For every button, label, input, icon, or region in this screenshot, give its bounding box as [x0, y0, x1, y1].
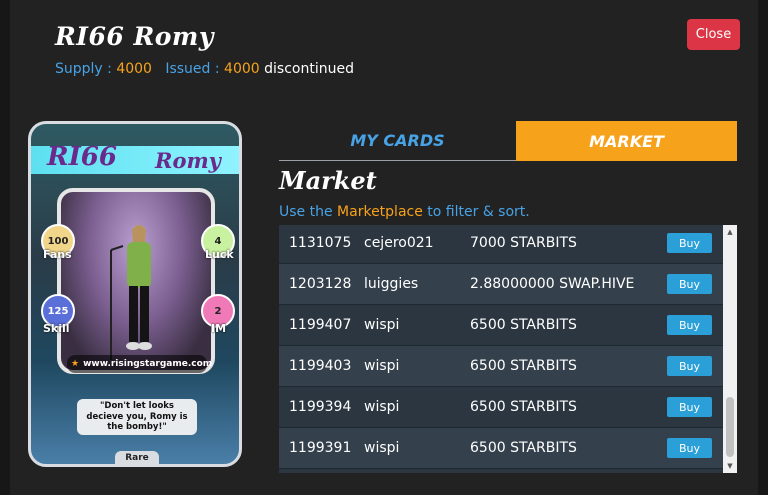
seller-name: luiggies [364, 276, 419, 292]
tab-my-cards[interactable]: MY CARDS [279, 121, 516, 161]
scroll-up-icon[interactable]: ▲ [723, 225, 737, 239]
card-name: Romy [155, 148, 221, 173]
table-row: 1203128 luiggies 2.88000000 SWAP.HIVE Buy [279, 264, 723, 305]
price: 6500 STARBITS [470, 358, 577, 374]
seller-name: wispi [364, 399, 400, 415]
listing-id: 1199403 [289, 358, 352, 374]
buy-button[interactable]: Buy [667, 233, 712, 253]
market-hint: Use the Marketplace to filter & sort. [279, 204, 530, 220]
im-value: 2 [214, 305, 222, 317]
seller-name: wispi [364, 440, 400, 456]
issued-value: 4000 [224, 61, 260, 77]
price: 6500 STARBITS [470, 399, 577, 415]
website-text: www.risingstargame.com [83, 359, 213, 369]
scroll-thumb[interactable] [726, 397, 734, 457]
listing-id: 1203128 [289, 276, 352, 292]
listing-id: 1131075 [289, 235, 352, 251]
issued-label: Issued : [165, 61, 220, 77]
hint-prefix: Use the [279, 204, 333, 220]
supply-value: 4000 [116, 61, 152, 77]
rarity-badge: Rare [115, 451, 159, 464]
card-title: RI66 Romy [55, 22, 214, 51]
supply-info: Supply : 4000 Issued : 4000 discontinued [55, 61, 354, 77]
table-row: 1199391 wispi 6500 STARBITS Buy [279, 428, 723, 469]
close-button[interactable]: Close [687, 19, 740, 50]
price: 6500 STARBITS [470, 440, 577, 456]
table-row: 1131075 cejero021 7000 STARBITS Buy [279, 225, 723, 264]
buy-button[interactable]: Buy [667, 397, 712, 417]
website-banner: ★ www.risingstargame.com [67, 355, 212, 373]
buy-button[interactable]: Buy [667, 356, 712, 376]
luck-label: Luck [205, 248, 234, 261]
seller-name: cejero021 [364, 235, 434, 251]
table-row: 1199394 wispi 6500 STARBITS Buy [279, 387, 723, 428]
price: 2.88000000 SWAP.HIVE [470, 276, 635, 292]
performer-figure [110, 225, 152, 360]
table-row: 1199403 wispi 6500 STARBITS Buy [279, 346, 723, 387]
skill-label: Skill [43, 322, 70, 335]
card-image: RI66 Romy 100 Fans 4 Luck 125 Skill 2 IM… [28, 121, 242, 467]
marketplace-link[interactable]: Marketplace [337, 204, 423, 220]
listing-id: 1199407 [289, 317, 352, 333]
fans-value: 100 [47, 235, 69, 247]
card-code: RI66 [47, 142, 117, 172]
buy-button[interactable]: Buy [667, 315, 712, 335]
supply-label: Supply : [55, 61, 112, 77]
seller-name: wispi [364, 317, 400, 333]
luck-value: 4 [214, 235, 222, 247]
listing-id: 1199391 [289, 440, 352, 456]
market-listings-table: 1131075 cejero021 7000 STARBITS Buy 1203128 l… [279, 225, 737, 473]
seller-name: wispi [364, 358, 400, 374]
buy-button[interactable]: Buy [667, 438, 712, 458]
tab-bar: MY CARDS MARKET [279, 121, 737, 161]
status-text: discontinued [264, 61, 354, 77]
market-heading: Market [279, 166, 377, 195]
table-row: 1199407 wispi 6500 STARBITS Buy [279, 305, 723, 346]
hint-suffix: to filter & sort. [427, 204, 530, 220]
scroll-down-icon[interactable]: ▼ [723, 459, 737, 473]
skill-value: 125 [47, 305, 69, 317]
performer-photo [57, 188, 215, 374]
listings-scrollbar[interactable]: ▲ ▼ [723, 225, 737, 473]
buy-button[interactable]: Buy [667, 274, 712, 294]
im-label: IM [211, 322, 227, 335]
fans-label: Fans [43, 248, 72, 261]
star-icon: ★ [71, 359, 80, 369]
price: 7000 STARBITS [470, 235, 577, 251]
listing-id: 1199394 [289, 399, 352, 415]
tab-market[interactable]: MARKET [516, 121, 737, 161]
price: 6500 STARBITS [470, 317, 577, 333]
card-quote: "Don't let looks decieve you, Romy is th… [77, 399, 197, 435]
